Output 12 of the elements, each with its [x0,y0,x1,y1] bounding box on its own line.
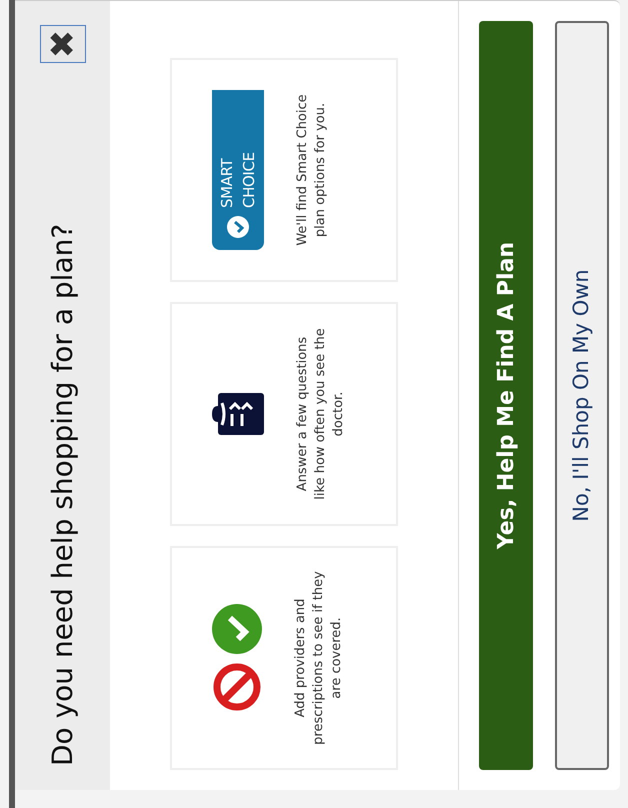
no-entry-icon [212,662,262,712]
find-plan-button[interactable]: Yes, Help Me Find A Plan [479,21,533,770]
clipboard-icon [212,393,264,435]
step-description: Answer a few questions like how often you see the doctor. [294,327,347,502]
check-circle-icon [212,604,262,654]
step-description: We'll find Smart Choice plan options for you. [294,93,329,248]
step-description: Add providers and prescriptions to see if they are covered. [292,570,345,747]
shop-alone-button[interactable]: No, I'll Shop On My Own [555,21,609,770]
dialog-title: Do you need help shopping for a plan? [44,222,80,766]
smart-choice-badge: SMART CHOICE [212,90,264,250]
close-button[interactable]: ✖ [40,25,86,63]
check-circle-icon [227,216,249,238]
